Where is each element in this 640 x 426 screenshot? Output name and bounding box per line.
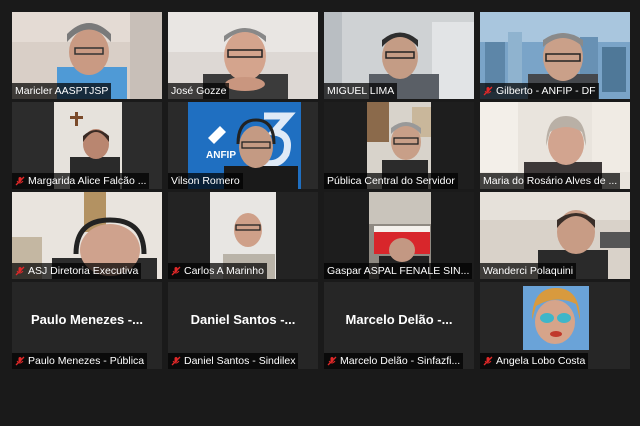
anfip-logo-text: ANFIP <box>206 150 236 161</box>
participant-name-bar: Angela Lobo Costa <box>480 353 589 369</box>
participant-name-bar: Paulo Menezes - Pública <box>12 353 148 369</box>
microphone-muted-icon <box>171 266 181 276</box>
participant-tile-active-speaker[interactable]: ANFIP Vilson Romero <box>168 102 318 189</box>
participant-name-bar: Carlos A Marinho <box>168 263 267 279</box>
participant-name-bar: Marcelo Delão - Sinfazfi... <box>324 353 464 369</box>
participant-tile-video-off[interactable]: Marcelo Delão -... Marcelo Delão - Sinfa… <box>324 282 474 369</box>
participant-tile[interactable]: Carlos A Marinho <box>168 192 318 279</box>
participant-name: Vilson Romero <box>171 175 240 187</box>
participant-name: Marcelo Delão - Sinfazfi... <box>340 355 461 367</box>
microphone-muted-icon <box>15 356 25 366</box>
microphone-muted-icon <box>483 86 493 96</box>
participant-name: Pública Central do Servidor <box>327 175 455 187</box>
microphone-muted-icon <box>15 176 25 186</box>
participant-name-bar: Vilson Romero <box>168 173 243 189</box>
microphone-muted-icon <box>15 266 25 276</box>
participant-name: Angela Lobo Costa <box>496 355 586 367</box>
participant-tile[interactable]: MIGUEL LIMA <box>324 12 474 99</box>
participant-name-bar: Pública Central do Servidor <box>324 173 458 189</box>
participant-name-bar: Wanderci Polaquini <box>480 263 577 279</box>
participant-name-bar: Maricler AASPTJSP <box>12 83 112 99</box>
participant-name-bar: Gilberto - ANFIP - DF <box>480 83 599 99</box>
participant-tile[interactable]: Gilberto - ANFIP - DF <box>480 12 630 99</box>
participant-name-bar: Gaspar ASPAL FENALE SIN... <box>324 263 473 279</box>
participant-name-bar: Daniel Santos - Sindilex <box>168 353 299 369</box>
participant-display-name: Marcelo Delão -... <box>345 312 453 327</box>
microphone-muted-icon <box>483 356 493 366</box>
participant-tile-video-off[interactable]: Daniel Santos -... Daniel Santos - Sindi… <box>168 282 318 369</box>
participant-tile[interactable]: Pública Central do Servidor <box>324 102 474 189</box>
participant-name: Daniel Santos - Sindilex <box>184 355 296 367</box>
participant-tile[interactable]: Margarida Alice Falcão ... <box>12 102 162 189</box>
participant-name: Margarida Alice Falcão ... <box>28 175 147 187</box>
participant-tile[interactable]: Maria do Rosário Alves de ... <box>480 102 630 189</box>
participant-name: Paulo Menezes - Pública <box>28 355 145 367</box>
participant-name-bar: José Gozze <box>168 83 230 99</box>
video-gallery: Maricler AASPTJSP José Gozze MIGUEL LIMA… <box>12 12 630 369</box>
participant-name: Gilberto - ANFIP - DF <box>496 85 596 97</box>
participant-tile-video-off[interactable]: Paulo Menezes -... Paulo Menezes - Públi… <box>12 282 162 369</box>
participant-name: Wanderci Polaquini <box>483 265 574 277</box>
participant-tile[interactable]: ASJ Diretoria Executiva <box>12 192 162 279</box>
participant-name: ASJ Diretoria Executiva <box>28 265 139 277</box>
participant-name-bar: MIGUEL LIMA <box>324 83 398 99</box>
participant-display-name: Daniel Santos -... <box>190 312 296 327</box>
participant-tile[interactable]: Wanderci Polaquini <box>480 192 630 279</box>
participant-name-bar: Margarida Alice Falcão ... <box>12 173 150 189</box>
participant-tile[interactable]: Gaspar ASPAL FENALE SIN... <box>324 192 474 279</box>
participant-display-name: Paulo Menezes -... <box>31 312 143 327</box>
participant-name: José Gozze <box>171 85 227 97</box>
participant-tile[interactable]: Angela Lobo Costa <box>480 282 630 369</box>
participant-tile[interactable]: José Gozze <box>168 12 318 99</box>
participant-name: MIGUEL LIMA <box>327 85 395 97</box>
participant-name-bar: Maria do Rosário Alves de ... <box>480 173 621 189</box>
participant-name: Maricler AASPTJSP <box>15 85 109 97</box>
microphone-muted-icon <box>327 356 337 366</box>
participant-tile[interactable]: Maricler AASPTJSP <box>12 12 162 99</box>
participant-name: Maria do Rosário Alves de ... <box>483 175 618 187</box>
participant-name-bar: ASJ Diretoria Executiva <box>12 263 142 279</box>
microphone-muted-icon <box>171 356 181 366</box>
participant-name: Carlos A Marinho <box>184 265 264 277</box>
participant-name: Gaspar ASPAL FENALE SIN... <box>327 265 470 277</box>
